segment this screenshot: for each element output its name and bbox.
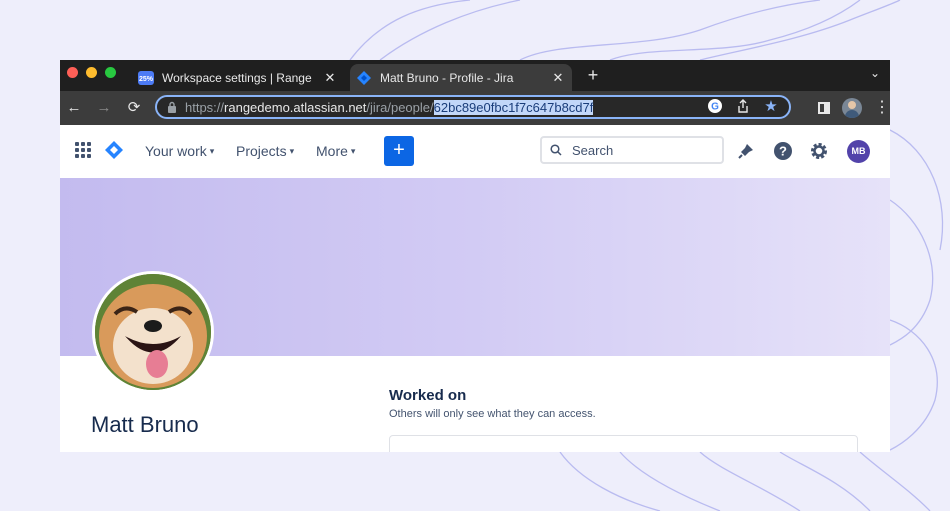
bookmark-star-icon[interactable]: ★ — [763, 99, 779, 115]
toolbar-right: ⋮ — [818, 98, 890, 118]
profile-avatar-photo[interactable] — [92, 271, 214, 393]
lock-icon — [167, 101, 177, 113]
svg-text:25%: 25% — [139, 76, 154, 83]
search-box[interactable] — [540, 136, 724, 164]
more-menu-icon[interactable]: ⋮ — [874, 99, 890, 117]
side-panel-icon[interactable] — [818, 102, 830, 114]
jira-top-nav: Your work ▾ Projects ▾ More ▾ + ? MB — [60, 125, 890, 179]
close-tab-icon[interactable]: ✕ — [322, 70, 338, 86]
nav-more[interactable]: More ▾ — [316, 143, 355, 159]
profile-name: Matt Bruno — [91, 412, 199, 437]
nav-projects[interactable]: Projects ▾ — [236, 143, 294, 159]
chevron-down-icon: ▾ — [289, 145, 295, 156]
url-text: https://rangedemo.atlassian.net/jira/peo… — [185, 99, 594, 115]
nav-your-work-label: Your work — [145, 143, 207, 159]
create-button[interactable]: + — [384, 136, 414, 166]
range-logo-icon: 25% — [138, 70, 154, 86]
omnibox-actions: G ★ — [707, 99, 779, 115]
svg-text:G: G — [711, 102, 719, 113]
app-switcher-icon[interactable] — [75, 142, 91, 158]
url-scheme: https:// — [185, 99, 225, 115]
browser-toolbar: ← → ⟳ https://rangedemo.atlassian.net/ji… — [60, 91, 890, 125]
tab-search-chevron-icon[interactable]: ⌄ — [870, 66, 880, 80]
reload-icon[interactable]: ⟳ — [124, 98, 144, 118]
forward-arrow-icon[interactable]: → — [94, 98, 114, 118]
browser-window: 25% Workspace settings | Range ✕ Matt Br… — [60, 60, 890, 452]
svg-text:?: ? — [779, 144, 787, 159]
jira-logo-icon[interactable] — [104, 140, 124, 165]
search-input[interactable] — [570, 141, 714, 159]
help-icon[interactable]: ? — [772, 140, 794, 162]
nav-your-work[interactable]: Your work ▾ — [145, 143, 214, 159]
url-selected-id: 62bc89e0fbc1f7c647b8cd7f — [433, 99, 594, 115]
notifications-icon[interactable] — [735, 140, 757, 162]
worked-on-card — [389, 435, 858, 452]
share-icon[interactable] — [735, 99, 751, 115]
chrome-profile-avatar[interactable] — [842, 98, 862, 118]
maximize-window-button[interactable] — [105, 67, 116, 78]
tab-title: Workspace settings | Range — [162, 70, 312, 85]
url-host: rangedemo.atlassian.net — [224, 99, 367, 115]
minimize-window-button[interactable] — [86, 67, 97, 78]
chevron-down-icon: ▾ — [350, 145, 356, 156]
new-tab-button[interactable]: + — [583, 65, 603, 86]
tab-title: Matt Bruno - Profile - Jira — [380, 70, 514, 85]
settings-gear-icon[interactable] — [808, 140, 830, 162]
tab-strip: 25% Workspace settings | Range ✕ Matt Br… — [60, 60, 890, 91]
nav-more-label: More — [316, 143, 348, 159]
close-window-button[interactable] — [67, 67, 78, 78]
user-avatar[interactable]: MB — [847, 140, 870, 163]
address-bar[interactable]: https://rangedemo.atlassian.net/jira/peo… — [155, 95, 791, 119]
nav-projects-label: Projects — [236, 143, 287, 159]
google-lens-icon[interactable]: G — [707, 99, 723, 115]
worked-on-subtitle: Others will only see what they can acces… — [389, 408, 596, 420]
jira-logo-icon — [356, 70, 372, 86]
chevron-down-icon: ▾ — [209, 145, 215, 156]
tab-workspace-settings[interactable]: 25% Workspace settings | Range ✕ — [132, 64, 344, 91]
url-path: /jira/people/ — [366, 99, 434, 115]
close-tab-icon[interactable]: ✕ — [550, 70, 566, 86]
back-arrow-icon[interactable]: ← — [64, 98, 84, 118]
search-icon — [550, 144, 562, 156]
worked-on-heading: Worked on — [389, 387, 467, 404]
tab-jira-profile[interactable]: Matt Bruno - Profile - Jira ✕ — [350, 64, 572, 91]
